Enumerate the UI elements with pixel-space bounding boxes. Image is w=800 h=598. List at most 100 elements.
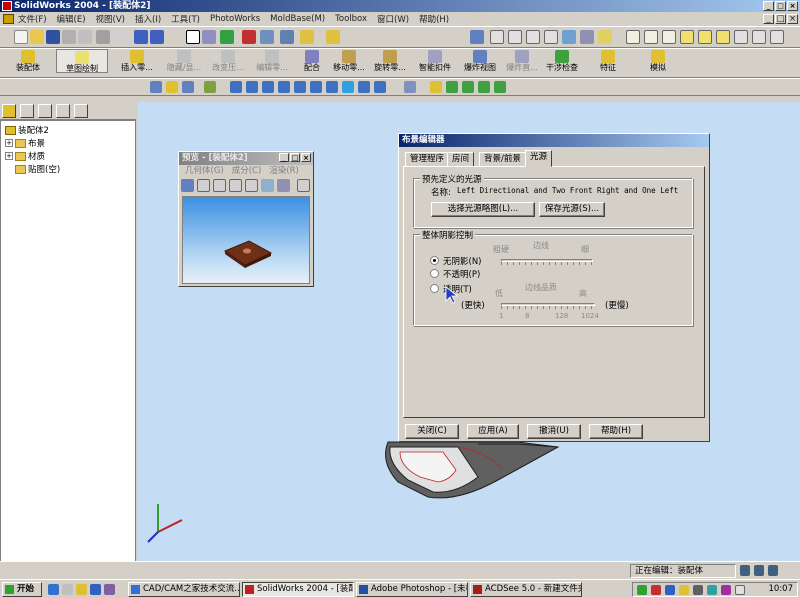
wireframe-icon[interactable] <box>626 30 640 44</box>
view-bottom-icon[interactable] <box>310 81 322 93</box>
cmd-sketch[interactable]: 草图绘制 <box>56 49 108 73</box>
copy-icon[interactable] <box>112 30 126 44</box>
tray-icon[interactable] <box>721 585 731 595</box>
cmd-mate[interactable]: 配合 <box>294 49 330 73</box>
print-icon[interactable] <box>62 30 76 44</box>
radio-opaque[interactable] <box>430 269 439 278</box>
shadow-edge-slider[interactable] <box>501 256 593 265</box>
view-left-icon[interactable] <box>262 81 274 93</box>
sketch-relations-icon[interactable] <box>494 81 506 93</box>
zoom-selection-icon[interactable] <box>544 30 558 44</box>
cmd-simulation[interactable]: 模拟 <box>636 49 680 73</box>
model-shape[interactable] <box>385 441 560 499</box>
redo-icon[interactable] <box>150 30 164 44</box>
menu-toolbox[interactable]: Toolbox <box>335 14 367 24</box>
tree-item-decals[interactable]: 贴图(空) <box>15 163 60 175</box>
cmd-move-component[interactable]: 移动零... <box>330 49 368 73</box>
menu-moldbase[interactable]: MoldBase(M) <box>270 14 325 24</box>
cmd-rotate-component[interactable]: 旋转零... <box>370 49 410 73</box>
zoom-out-icon[interactable] <box>229 179 242 192</box>
print-preview-icon[interactable] <box>78 30 92 44</box>
help-button[interactable]: 帮助(H) <box>589 424 643 439</box>
scene-editor-dialog[interactable]: 布景编辑器 管理程序 房间 背景/前景 光源 预先定义的光源 名称: Left … <box>398 133 710 442</box>
sketch-point-icon[interactable] <box>430 81 442 93</box>
tree-item-scene[interactable]: + 布景 <box>5 137 45 149</box>
preview-title-bar[interactable]: 预览 - [装配体2] _ □ × <box>179 152 313 165</box>
lightbulb-icon[interactable] <box>300 30 314 44</box>
zoom-icon[interactable] <box>197 179 210 192</box>
view-trimetric-icon[interactable] <box>342 81 354 93</box>
menu-tools[interactable]: 工具(T) <box>171 13 200 25</box>
tray-icon[interactable] <box>637 585 647 595</box>
preview-maximize-button[interactable]: □ <box>290 153 300 162</box>
menu-view[interactable]: 视图(V) <box>96 13 125 25</box>
pin-icon[interactable] <box>297 179 310 192</box>
view-dimetric-icon[interactable] <box>358 81 370 93</box>
hidden-lines-grey-icon[interactable] <box>644 30 658 44</box>
media-icon[interactable] <box>104 584 115 595</box>
apply-button[interactable]: 应用(A) <box>467 424 519 439</box>
folder-icon[interactable] <box>76 584 87 595</box>
expand-icon[interactable]: + <box>5 139 13 147</box>
sketch-arc-icon[interactable] <box>462 81 474 93</box>
view-top-icon[interactable] <box>294 81 306 93</box>
doc-minimize-button[interactable]: _ <box>763 14 774 24</box>
start-button[interactable]: 开始 <box>2 582 42 597</box>
feature-tree-tab-icon[interactable] <box>2 104 16 118</box>
document-icon[interactable] <box>3 14 14 24</box>
standard-views-icon[interactable] <box>598 30 612 44</box>
view-back-icon[interactable] <box>246 81 258 93</box>
check-icon[interactable] <box>204 81 216 93</box>
preview-menu-geometry[interactable]: 几何体(G) <box>185 165 224 178</box>
tray-icon[interactable] <box>693 585 703 595</box>
task-photoshop[interactable]: Adobe Photoshop - [未标... <box>356 582 468 597</box>
menu-window[interactable]: 窗口(W) <box>377 13 409 25</box>
preview-minimize-button[interactable]: _ <box>279 153 289 162</box>
hidden-lines-removed-icon[interactable] <box>662 30 676 44</box>
select-icon[interactable] <box>186 30 200 44</box>
cmd-hide-show[interactable]: 隐藏/显... <box>162 49 206 73</box>
pan-icon[interactable] <box>277 179 290 192</box>
rebuild-icon[interactable] <box>220 30 234 44</box>
tray-icon[interactable] <box>651 585 661 595</box>
tab-manager[interactable]: 管理程序 <box>405 152 450 167</box>
rotate-view-icon[interactable] <box>562 30 576 44</box>
cmd-features[interactable]: 特征 <box>586 49 630 73</box>
sketch-spline-icon[interactable] <box>478 81 490 93</box>
tray-icon[interactable] <box>679 585 689 595</box>
minimize-button[interactable]: _ <box>763 1 774 11</box>
sketch-pen-icon[interactable] <box>202 30 216 44</box>
edge-quality-slider[interactable] <box>501 300 595 309</box>
cmd-edit-component[interactable]: 编辑零... <box>250 49 294 73</box>
choose-lighting-button[interactable]: 选择光源略图(L)... <box>431 202 535 217</box>
task-cad-cam[interactable]: CAD/CAM之家技术交流... <box>128 582 240 597</box>
view-right-icon[interactable] <box>278 81 290 93</box>
save-icon[interactable] <box>46 30 60 44</box>
menu-file[interactable]: 文件(F) <box>18 13 47 25</box>
zoom-in-icon[interactable] <box>213 179 226 192</box>
undo-button[interactable]: 撤消(U) <box>527 424 581 439</box>
cmd-explode-line[interactable]: 爆炸直... <box>502 49 542 73</box>
volume-icon[interactable] <box>735 585 745 595</box>
preview-menu-render[interactable]: 渲染(R) <box>269 165 299 178</box>
tab-room[interactable]: 房间 <box>447 152 475 167</box>
zoom-area-icon[interactable] <box>508 30 522 44</box>
help-icon[interactable] <box>326 30 340 44</box>
maximize-button[interactable]: □ <box>775 1 786 11</box>
shadows-icon[interactable] <box>716 30 730 44</box>
perspective-icon[interactable] <box>734 30 748 44</box>
tray-icon[interactable] <box>707 585 717 595</box>
expand-icon[interactable]: + <box>5 152 13 160</box>
zoom-in-out-icon[interactable] <box>526 30 540 44</box>
pan-icon[interactable] <box>580 30 594 44</box>
view-orientation-icon[interactable] <box>470 30 484 44</box>
mass-properties-icon[interactable] <box>166 81 178 93</box>
close-dialog-button[interactable]: 关闭(C) <box>405 424 459 439</box>
open-icon[interactable] <box>30 30 44 44</box>
normal-to-icon[interactable] <box>374 81 386 93</box>
rotate-icon[interactable] <box>261 179 274 192</box>
cmd-assembly[interactable]: 装配体 <box>0 49 56 73</box>
toolbox-tab-icon[interactable] <box>56 104 70 118</box>
task-acdsee[interactable]: ACDSee 5.0 - 新建文件夹 <box>470 582 582 597</box>
photoworks-tab-icon[interactable] <box>74 104 88 118</box>
